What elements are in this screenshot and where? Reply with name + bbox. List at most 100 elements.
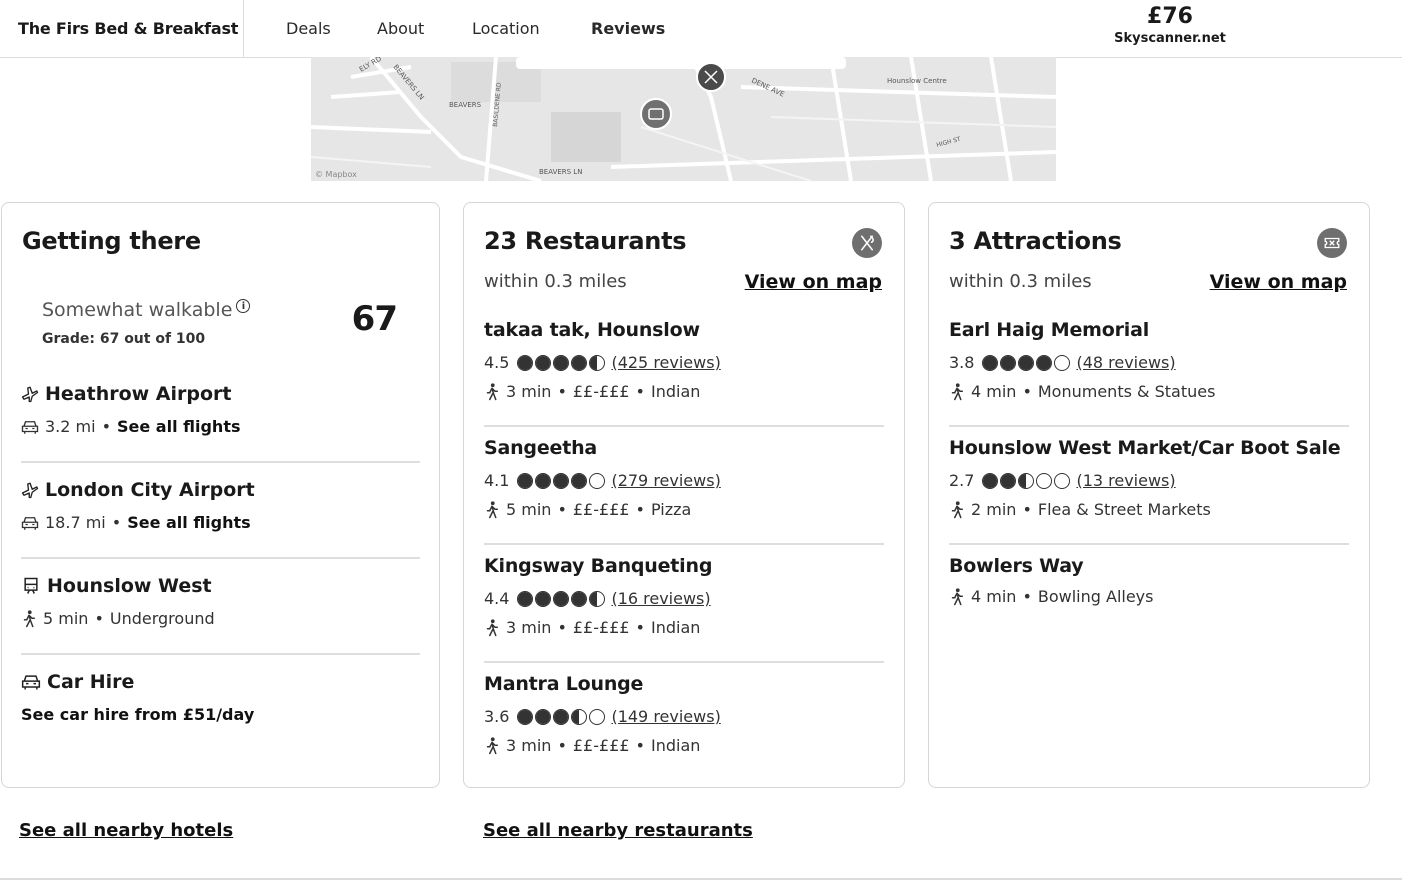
divider (484, 661, 884, 663)
place-name[interactable]: takaa tak, Hounslow (484, 319, 884, 341)
hotel-name[interactable]: The Firs Bed & Breakfast (18, 19, 238, 38)
list-item[interactable]: Kingsway Banqueting 4.4 (16 reviews) 3 min •… (484, 555, 884, 637)
see-nearby-hotels-link[interactable]: See all nearby hotels (19, 820, 233, 841)
list-item[interactable]: takaa tak, Hounslow 4.5 (425 reviews) 3 min… (484, 319, 884, 401)
rating-bubble (535, 590, 552, 607)
rating-value: 4.4 (484, 589, 510, 608)
rating-bubble (553, 472, 570, 489)
place-meta: 5 min • ££-£££ • Pizza (484, 500, 884, 519)
walkability-score: 67 (351, 299, 398, 339)
place-rating: 3.8 (48 reviews) (949, 353, 1349, 372)
transport-time: 5 min (43, 609, 89, 628)
transport-item-car-hire[interactable]: Car Hire See car hire from £51/day (21, 671, 420, 724)
divider (949, 425, 1349, 427)
rating-bubble (1036, 354, 1053, 371)
restaurants-card: 23 Restaurants within 0.3 miles View on … (463, 202, 905, 788)
price-block[interactable]: £76 Skyscanner.net (1110, 4, 1230, 46)
tab-about[interactable]: About (377, 19, 424, 38)
reviews-link[interactable]: (149 reviews) (611, 707, 720, 726)
rating-bubble (1000, 472, 1017, 489)
restaurants-view-on-map-link[interactable]: View on map (745, 271, 882, 293)
place-category: Bowling Alleys (1037, 587, 1154, 606)
divider (21, 461, 420, 463)
list-item[interactable]: Mantra Lounge 3.6 (149 reviews) 3 min • ££-££… (484, 673, 884, 755)
attractions-view-on-map-link[interactable]: View on map (1210, 271, 1347, 293)
place-meta: 4 min • Bowling Alleys (949, 587, 1349, 606)
attractions-title: 3 Attractions (949, 227, 1122, 255)
divider (484, 543, 884, 545)
list-item[interactable]: Hounslow West Market/Car Boot Sale 2.7 (13… (949, 437, 1349, 519)
rating-value: 4.1 (484, 471, 510, 490)
see-flights-link[interactable]: See all flights (117, 417, 241, 436)
restaurants-title: 23 Restaurants (484, 227, 687, 255)
reviews-link[interactable]: (13 reviews) (1076, 471, 1175, 490)
transport-item-hounslow-west[interactable]: Hounslow West 5 min • Underground (21, 575, 420, 628)
place-category: Indian (650, 618, 701, 637)
walk-time: 5 min (506, 500, 552, 519)
rating-bubble (517, 354, 534, 371)
list-item[interactable]: Bowlers Way 4 min • Bowling Alleys (949, 555, 1349, 606)
list-item[interactable]: Earl Haig Memorial 3.8 (48 reviews) 4 min • M… (949, 319, 1349, 401)
rating-bubbles (517, 472, 606, 489)
price-value: £76 (1147, 4, 1193, 29)
reviews-link[interactable]: (279 reviews) (611, 471, 720, 490)
place-category: Indian (650, 382, 701, 401)
list-item[interactable]: Sangeetha 4.1 (279 reviews) 5 min • ££-£££ • Pi… (484, 437, 884, 519)
walk-time: 3 min (506, 618, 552, 637)
rating-bubble (982, 354, 999, 371)
place-category: Pizza (650, 500, 692, 519)
rating-bubble (535, 354, 552, 371)
svg-text:BEAVERS: BEAVERS (449, 101, 482, 109)
transport-name: London City Airport (45, 479, 255, 501)
place-meta: 3 min • ££-£££ • Indian (484, 736, 884, 755)
rating-value: 2.7 (949, 471, 975, 490)
place-rating: 4.5 (425 reviews) (484, 353, 884, 372)
price-range: ££-£££ (572, 736, 630, 755)
walk-icon (951, 587, 963, 605)
place-name[interactable]: Bowlers Way (949, 555, 1349, 577)
location-map[interactable]: ELY RD BEAVERS LN BEAVERS BASILDENE RD B… (311, 57, 1056, 181)
rating-bubble (553, 590, 570, 607)
reviews-link[interactable]: (425 reviews) (611, 353, 720, 372)
tab-reviews[interactable]: Reviews (591, 19, 665, 38)
car-hire-link[interactable]: See car hire from £51/day (21, 705, 254, 724)
walk-time: 3 min (506, 382, 552, 401)
rating-bubbles (982, 354, 1071, 371)
place-rating: 4.4 (16 reviews) (484, 589, 884, 608)
walkability-label: Somewhat walkable i (42, 299, 251, 321)
reviews-link[interactable]: (48 reviews) (1076, 353, 1175, 372)
transport-name: Car Hire (47, 671, 135, 693)
header-divider (243, 0, 244, 58)
rating-value: 3.6 (484, 707, 510, 726)
place-name[interactable]: Hounslow West Market/Car Boot Sale (949, 437, 1349, 459)
rating-bubbles (517, 354, 606, 371)
rating-bubble (535, 708, 552, 725)
bottom-divider (0, 878, 1402, 880)
attractions-distance: within 0.3 miles (949, 271, 1092, 292)
transport-item-heathrow[interactable]: Heathrow Airport 3.2 mi • See all flight… (21, 383, 420, 436)
walk-time: 3 min (506, 736, 552, 755)
tab-deals[interactable]: Deals (286, 19, 331, 38)
walk-icon (486, 736, 498, 754)
place-name[interactable]: Sangeetha (484, 437, 884, 459)
place-category: Flea & Street Markets (1037, 500, 1211, 519)
place-name[interactable]: Earl Haig Memorial (949, 319, 1349, 341)
walk-icon (951, 500, 963, 518)
place-name[interactable]: Mantra Lounge (484, 673, 884, 695)
map-graphic: ELY RD BEAVERS LN BEAVERS BASILDENE RD B… (311, 57, 1056, 181)
place-meta: 3 min • ££-£££ • Indian (484, 618, 884, 637)
rating-bubble (553, 708, 570, 725)
transport-item-london-city[interactable]: London City Airport 18.7 mi • See all fl… (21, 479, 420, 532)
svg-text:© Mapbox: © Mapbox (315, 170, 357, 179)
reviews-link[interactable]: (16 reviews) (611, 589, 710, 608)
walk-icon (486, 618, 498, 636)
see-nearby-restaurants-link[interactable]: See all nearby restaurants (483, 820, 753, 841)
info-icon[interactable]: i (236, 299, 251, 313)
rating-bubble (1018, 472, 1035, 489)
see-flights-link[interactable]: See all flights (127, 513, 251, 532)
rating-bubble (589, 590, 606, 607)
place-name[interactable]: Kingsway Banqueting (484, 555, 884, 577)
place-rating: 4.1 (279 reviews) (484, 471, 884, 490)
ticket-icon (1317, 228, 1347, 258)
tab-location[interactable]: Location (472, 19, 540, 38)
